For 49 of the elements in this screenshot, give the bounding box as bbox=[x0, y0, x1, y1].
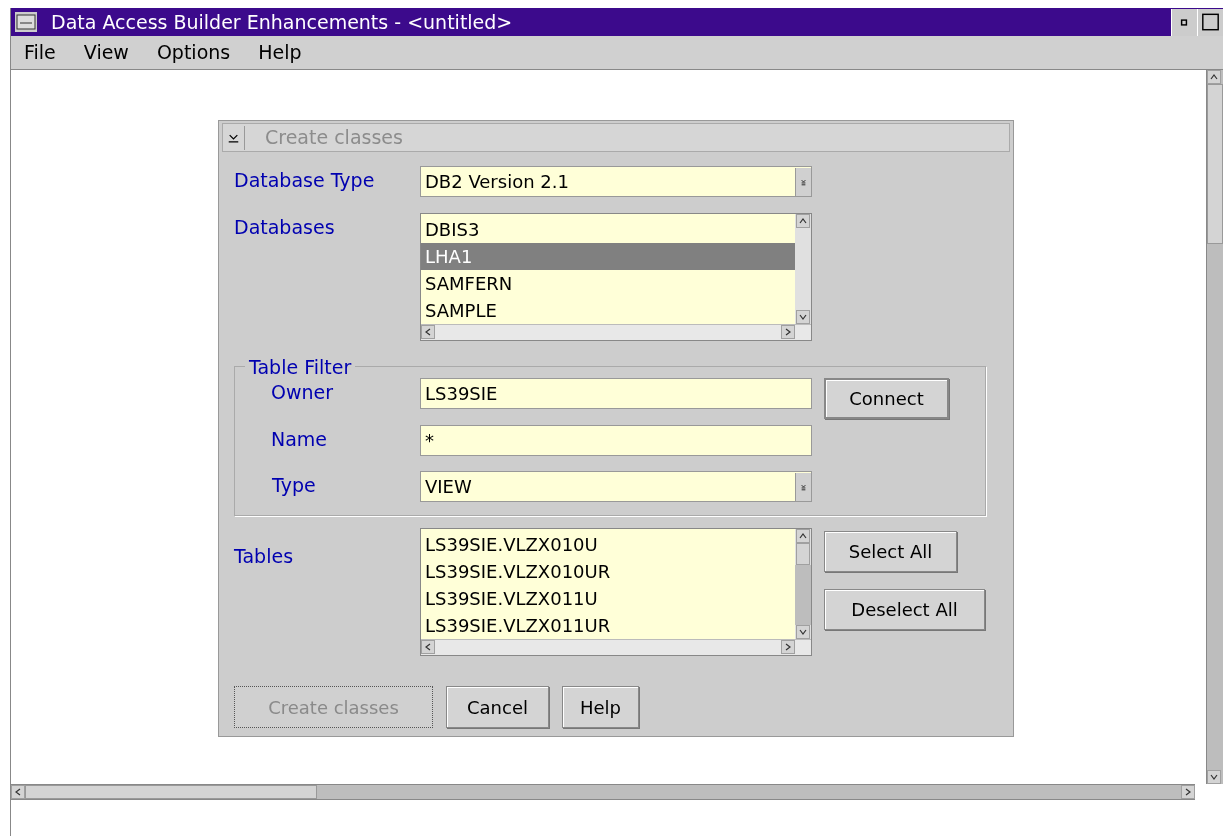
field-label: Database Type bbox=[234, 169, 375, 191]
list-item[interactable]: LS39SIE.VLZX010UR bbox=[421, 558, 795, 585]
dialog-title: Create classes bbox=[265, 125, 403, 151]
field-label: Databases bbox=[234, 216, 335, 238]
field-label: Owner bbox=[271, 381, 334, 403]
scrollbar-thumb[interactable] bbox=[25, 785, 317, 799]
list-box[interactable]: DBIS3 LHA1 SAMFERN SAMPLE bbox=[420, 213, 812, 341]
field-label: Tables bbox=[234, 545, 294, 567]
list-item[interactable]: LS39SIE.VLZX011UR bbox=[421, 612, 795, 639]
scrollbar-thumb[interactable] bbox=[796, 543, 810, 565]
input-field[interactable]: * bbox=[420, 425, 812, 456]
input-field[interactable]: LS39SIE bbox=[420, 378, 812, 409]
button[interactable]: Cancel bbox=[446, 686, 549, 728]
list-item[interactable]: SAMPLE bbox=[421, 297, 795, 324]
window-title: Data Access Builder Enhancements - <untitled> bbox=[51, 9, 514, 35]
scroll-left-icon[interactable] bbox=[421, 640, 435, 654]
field-label: Name bbox=[271, 428, 328, 450]
dropdown-field[interactable]: DB2 Version 2.1 bbox=[420, 166, 812, 197]
menu-item[interactable]: Help bbox=[258, 38, 302, 67]
maximize-icon[interactable] bbox=[1197, 8, 1223, 36]
scroll-down-icon[interactable] bbox=[796, 625, 810, 639]
scroll-left-icon[interactable] bbox=[11, 785, 25, 799]
list-item[interactable]: SAMFERN bbox=[421, 270, 795, 297]
scroll-up-icon[interactable] bbox=[1207, 70, 1221, 84]
button[interactable]: Help bbox=[562, 686, 639, 728]
scroll-left-icon[interactable] bbox=[421, 325, 435, 339]
button[interactable]: Deselect All bbox=[824, 589, 985, 630]
button[interactable]: Connect bbox=[824, 378, 949, 419]
scroll-right-icon[interactable] bbox=[1181, 785, 1195, 799]
dropdown-field[interactable]: VIEW bbox=[420, 471, 812, 502]
window-menu-icon[interactable] bbox=[15, 12, 37, 32]
scrollbar-thumb[interactable] bbox=[1207, 84, 1223, 244]
list-item[interactable]: DBIS3 bbox=[421, 216, 795, 243]
button[interactable]: Select All bbox=[824, 531, 957, 572]
scroll-down-icon[interactable] bbox=[796, 310, 810, 324]
scroll-down-icon[interactable] bbox=[1207, 770, 1221, 784]
list-item[interactable]: LHA1 bbox=[421, 243, 795, 270]
scroll-right-icon[interactable] bbox=[781, 325, 795, 339]
menu-item[interactable]: File bbox=[24, 38, 56, 67]
menu-item[interactable]: View bbox=[83, 38, 129, 67]
minimize-icon[interactable] bbox=[1171, 8, 1197, 36]
menu-item[interactable]: Options bbox=[156, 38, 231, 67]
scroll-up-icon[interactable] bbox=[796, 529, 810, 543]
scroll-right-icon[interactable] bbox=[781, 640, 795, 654]
field-label: Type bbox=[272, 474, 316, 496]
scroll-up-icon[interactable] bbox=[796, 214, 810, 228]
list-item[interactable]: LS39SIE.VLZX011U bbox=[421, 585, 795, 612]
list-item[interactable]: LS39SIE.VLZX010U bbox=[421, 531, 795, 558]
list-box[interactable]: LS39SIE.VLZX010U LS39SIE.VLZX010UR LS39SIE.VLZX011U LS39SIE.VLZX011UR bbox=[420, 528, 812, 656]
